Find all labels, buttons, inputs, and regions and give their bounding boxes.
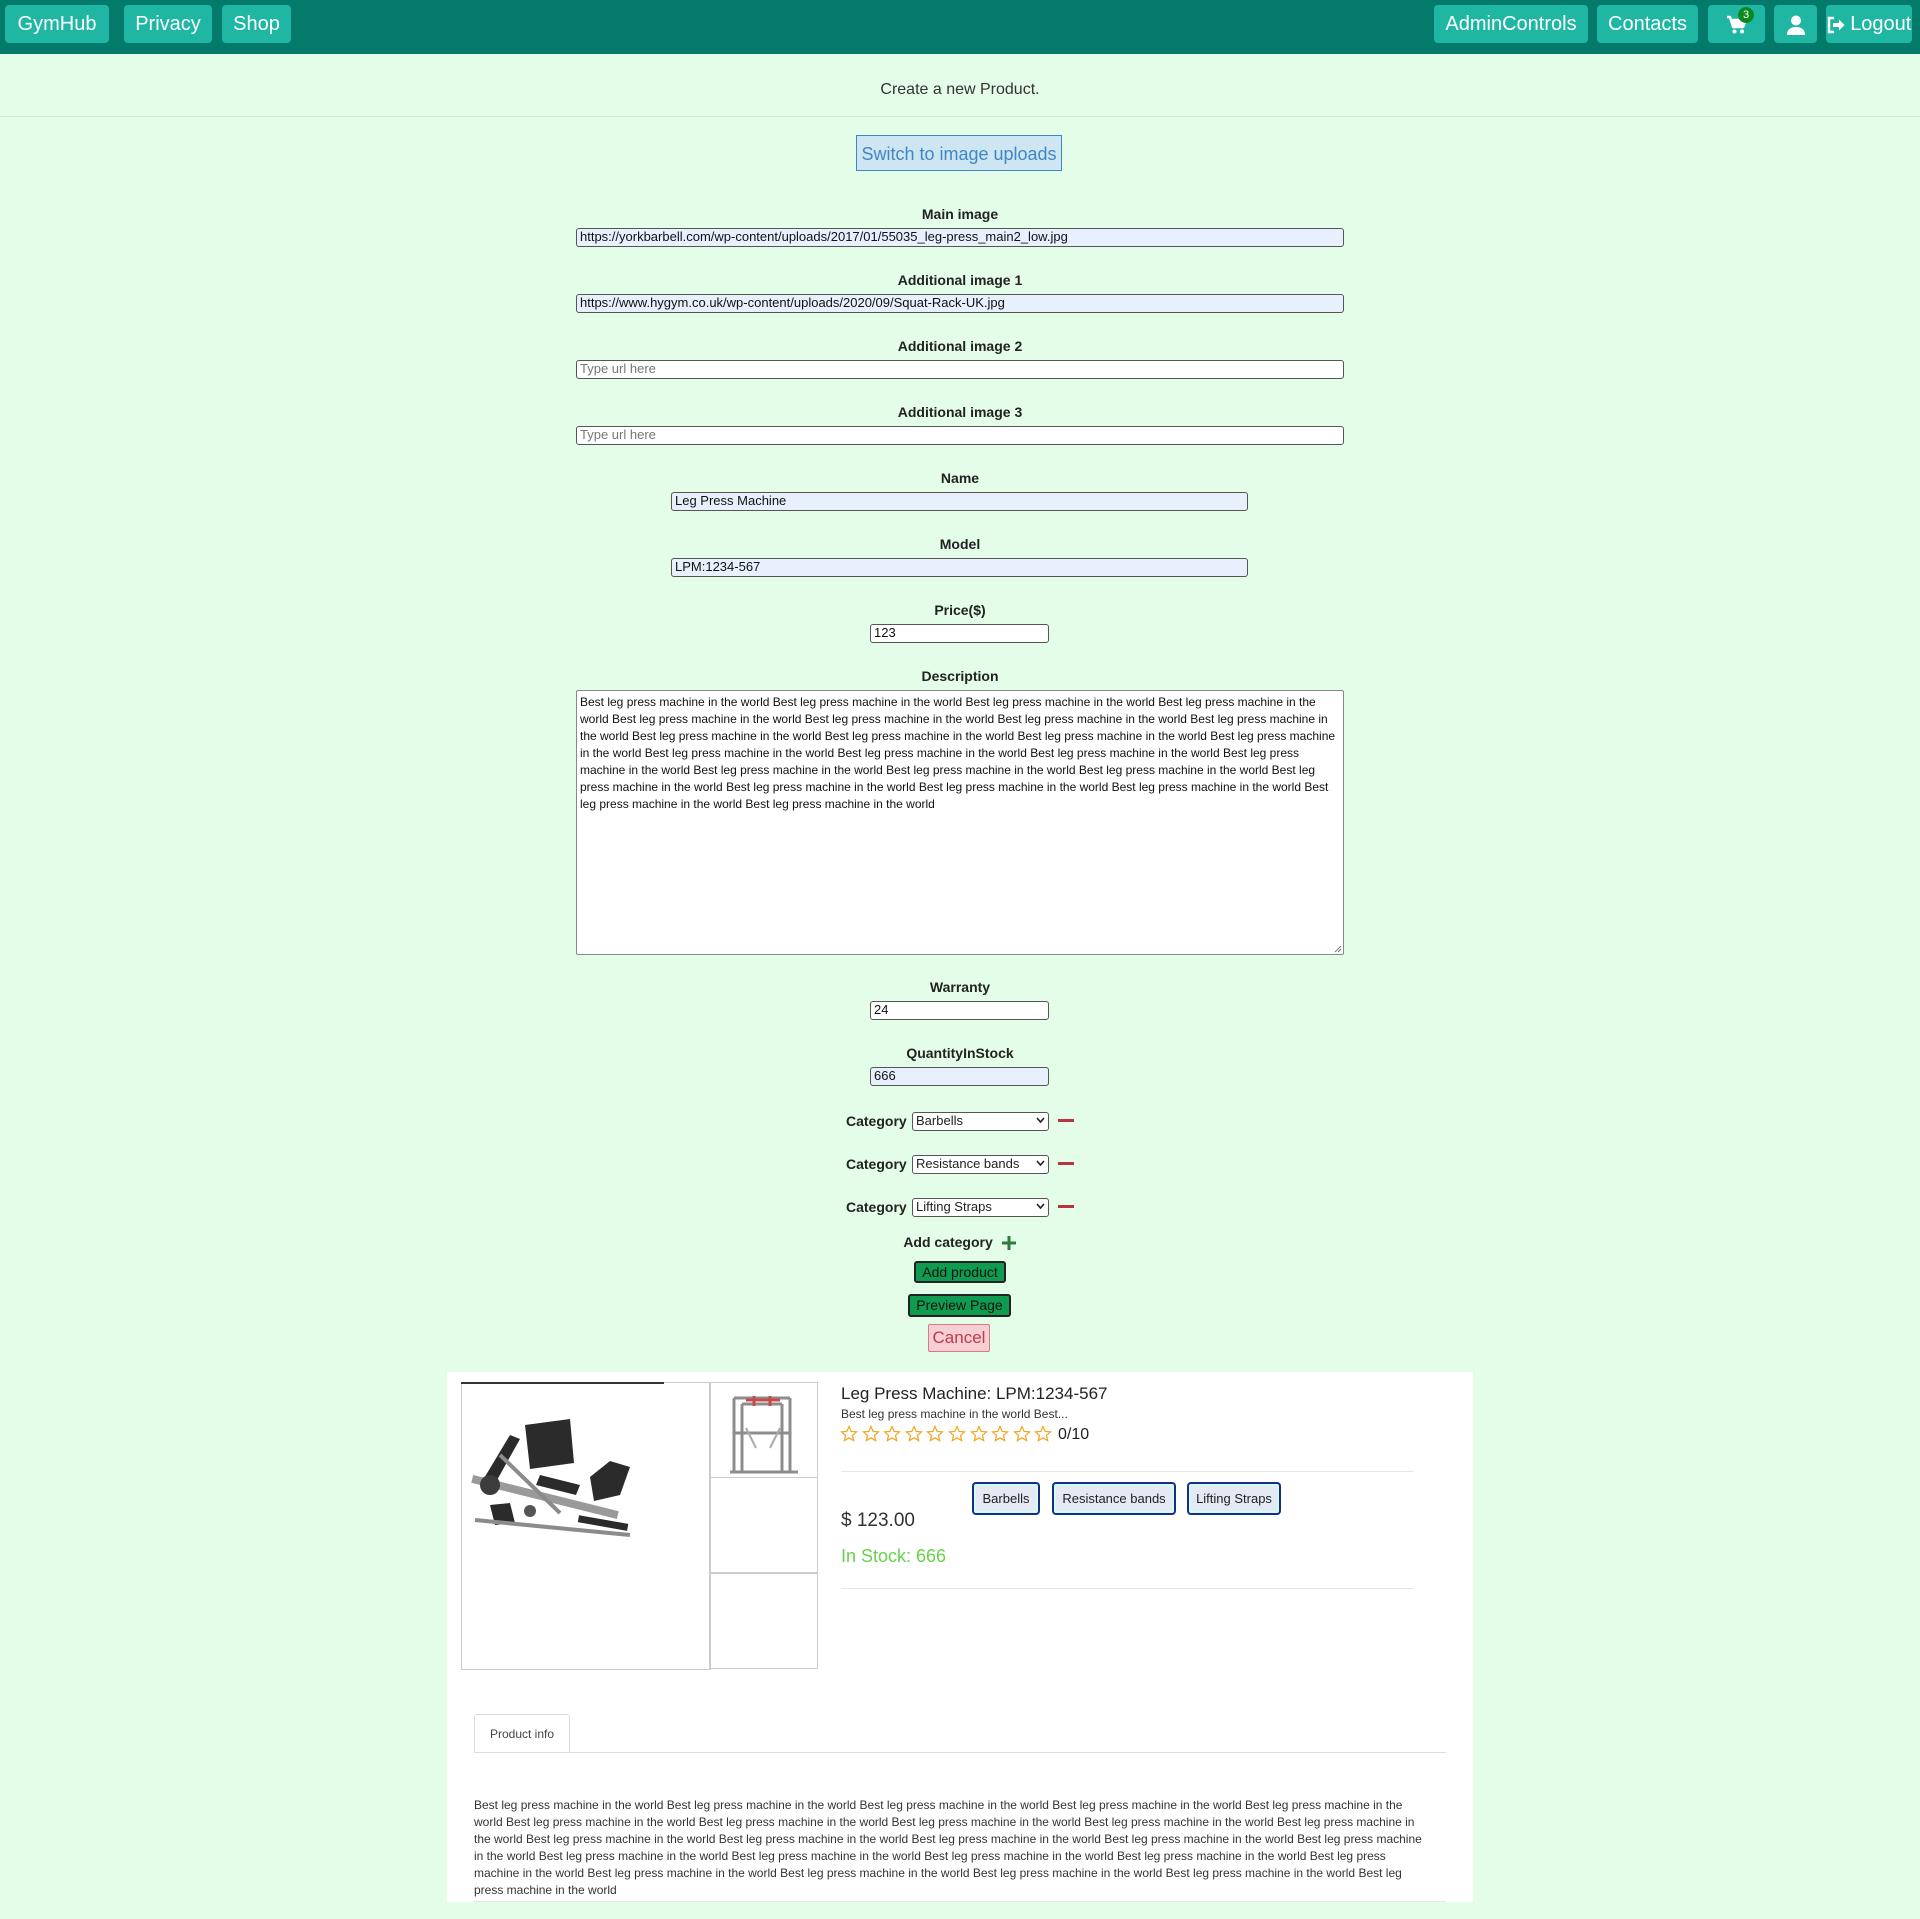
description-textarea[interactable]: Best leg press machine in the world Best… <box>576 690 1344 955</box>
user-icon <box>1786 13 1805 35</box>
leg-press-machine-image <box>471 1419 631 1537</box>
chevron-down-icon <box>1036 1117 1045 1124</box>
add-category-label: Add category <box>903 1234 993 1250</box>
additional-image-1-label: Additional image 1 <box>897 272 1023 288</box>
category-select[interactable]: Lifting Straps <box>912 1198 1049 1217</box>
navbar: GymHub Privacy Shop AdminControls Contac… <box>0 0 1920 54</box>
nav-link-admin-controls[interactable]: AdminControls <box>1434 5 1588 43</box>
cancel-button[interactable]: Cancel <box>928 1324 990 1352</box>
plus-icon[interactable] <box>1001 1235 1017 1251</box>
additional-image-2-label: Additional image 2 <box>897 338 1023 354</box>
tab-divider <box>474 1752 1446 1753</box>
category-tag[interactable]: Barbells <box>972 1482 1040 1515</box>
name-input[interactable]: Leg Press Machine <box>671 492 1248 511</box>
warranty-input[interactable]: 24 <box>870 1001 1049 1020</box>
star-icon[interactable] <box>991 1425 1010 1443</box>
category-label: Category <box>846 1113 907 1129</box>
main-image-label: Main image <box>921 206 999 222</box>
category-tag[interactable]: Lifting Straps <box>1187 1482 1281 1515</box>
preview-product-title: Leg Press Machine: LPM:1234-567 <box>841 1384 1108 1403</box>
thumbnail-image[interactable] <box>709 1573 818 1669</box>
remove-category-minus-icon[interactable] <box>1058 1119 1074 1122</box>
preview-stock-status: In Stock: 666 <box>841 1546 947 1566</box>
quantity-input[interactable]: 666 <box>870 1067 1049 1086</box>
add-category: Add category <box>0 1233 1920 1251</box>
additional-image-3-label: Additional image 3 <box>897 404 1023 420</box>
category-select[interactable]: Resistance bands <box>912 1155 1049 1174</box>
preview-price: $ 123.00 <box>841 1510 915 1531</box>
thumbnail-image[interactable] <box>709 1477 818 1573</box>
chevron-down-icon <box>1036 1203 1045 1210</box>
tab-product-info[interactable]: Product info <box>474 1714 570 1753</box>
model-label: Model <box>939 536 981 552</box>
name-label: Name <box>940 470 980 486</box>
squat-rack-image <box>730 1396 798 1474</box>
warranty-label: Warranty <box>929 979 991 995</box>
nav-link-shop[interactable]: Shop <box>222 5 291 43</box>
star-icon[interactable] <box>904 1425 923 1443</box>
remove-category-minus-icon[interactable] <box>1058 1162 1074 1165</box>
chevron-down-icon <box>1036 1160 1045 1167</box>
preview-short-description: Best leg press machine in the world Best… <box>841 1407 1068 1421</box>
add-product-button[interactable]: Add product <box>914 1261 1006 1283</box>
thumbnail-image[interactable] <box>709 1382 818 1478</box>
divider <box>841 1471 1413 1472</box>
additional-image-2-url-input[interactable]: Type url here <box>576 360 1344 379</box>
cart-count-badge: 3 <box>1738 7 1754 23</box>
quantity-label: QuantityInStock <box>906 1045 1014 1061</box>
main-image-url-input[interactable]: https://yorkbarbell.com/wp-content/uploa… <box>576 228 1344 247</box>
divider <box>474 1901 1446 1902</box>
nav-link-contacts[interactable]: Contacts <box>1597 5 1698 43</box>
category-select[interactable]: Barbells <box>912 1112 1049 1131</box>
switch-to-image-uploads-button[interactable]: Switch to image uploads <box>856 135 1062 171</box>
category-tag[interactable]: Resistance bands <box>1052 1482 1176 1515</box>
logout-button[interactable]: Logout <box>1826 5 1912 43</box>
additional-image-3-url-input[interactable]: Type url here <box>576 426 1344 445</box>
price-input[interactable]: 123 <box>870 624 1049 643</box>
preview-page-button[interactable]: Preview Page <box>908 1294 1011 1317</box>
star-icon[interactable] <box>861 1425 880 1443</box>
cart-button[interactable]: 3 <box>1708 5 1765 43</box>
category-label: Category <box>846 1199 907 1215</box>
rating-text: 0/10 <box>1058 1426 1090 1443</box>
category-label: Category <box>846 1156 907 1172</box>
category-selected-value: Barbells <box>916 1113 963 1128</box>
description-label: Description <box>921 668 999 684</box>
star-icon[interactable] <box>883 1425 902 1443</box>
category-row: Category Resistance bands <box>0 1153 1920 1175</box>
star-icon[interactable] <box>969 1425 988 1443</box>
category-selected-value: Resistance bands <box>916 1156 1020 1171</box>
remove-category-minus-icon[interactable] <box>1058 1205 1074 1208</box>
profile-button[interactable] <box>1774 5 1817 43</box>
additional-image-1-url-input[interactable]: https://www.hygym.co.uk/wp-content/uploa… <box>576 294 1344 313</box>
star-icon[interactable] <box>840 1425 858 1443</box>
star-icon[interactable] <box>1012 1425 1031 1443</box>
divider <box>841 1588 1413 1589</box>
description-text: Best leg press machine in the world Best… <box>580 695 1336 811</box>
page-title: Create a new Product. <box>0 54 1920 117</box>
main-product-image <box>461 1382 711 1670</box>
brand-link[interactable]: GymHub <box>5 5 109 43</box>
logout-label: Logout <box>1850 13 1912 35</box>
price-label: Price($) <box>934 602 986 618</box>
product-info-text: Best leg press machine in the world Best… <box>474 1798 1422 1897</box>
category-selected-value: Lifting Straps <box>916 1199 992 1214</box>
star-icon[interactable] <box>948 1425 966 1443</box>
image-indicator-bar <box>461 1382 664 1384</box>
nav-link-privacy[interactable]: Privacy <box>124 5 212 43</box>
star-icon[interactable] <box>926 1425 945 1443</box>
logout-icon <box>1827 13 1851 35</box>
model-input[interactable]: LPM:1234-567 <box>671 558 1248 577</box>
star-icon[interactable] <box>1034 1425 1053 1443</box>
category-row: Category Lifting Straps <box>0 1196 1920 1218</box>
category-row: Category Barbells <box>0 1110 1920 1132</box>
resize-grip-icon[interactable] <box>1334 945 1342 953</box>
